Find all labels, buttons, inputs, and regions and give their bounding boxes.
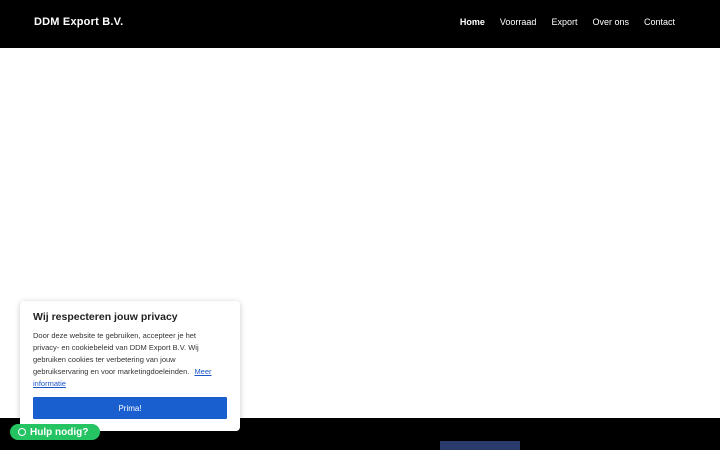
main-nav: Home Voorraad Export Over ons Contact (460, 17, 675, 27)
bottom-cta-block[interactable] (440, 441, 520, 450)
site-header: DDM Export B.V. Home Voorraad Export Ove… (0, 0, 720, 48)
nav-contact[interactable]: Contact (644, 17, 675, 27)
nav-export[interactable]: Export (551, 17, 577, 27)
help-button[interactable]: Hulp nodig? (10, 424, 100, 440)
cookie-body: Door deze website te gebruiken, acceptee… (33, 331, 199, 376)
help-label: Hulp nodig? (30, 426, 89, 438)
cookie-banner: Wij respecteren jouw privacy Door deze w… (20, 301, 240, 431)
accept-cookies-button[interactable]: Prima! (33, 397, 227, 419)
whatsapp-icon (18, 428, 26, 436)
site-logo[interactable]: DDM Export B.V. (34, 16, 123, 28)
cookie-title: Wij respecteren jouw privacy (33, 311, 178, 323)
nav-voorraad[interactable]: Voorraad (500, 17, 537, 27)
nav-home[interactable]: Home (460, 17, 485, 27)
nav-over-ons[interactable]: Over ons (592, 17, 629, 27)
cookie-text: Door deze website te gebruiken, acceptee… (33, 330, 223, 390)
